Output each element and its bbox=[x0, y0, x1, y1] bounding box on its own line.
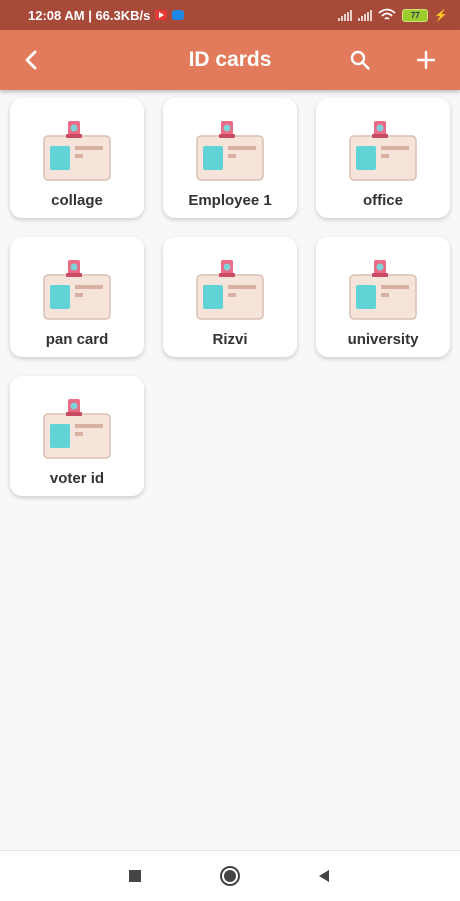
status-time-speed: 12:08 AM | 66.3KB/s bbox=[28, 7, 151, 23]
app-notification-icon bbox=[172, 10, 185, 20]
signal-icon-2 bbox=[358, 9, 373, 21]
youtube-notification-icon bbox=[155, 10, 168, 20]
id-card-icon bbox=[43, 399, 111, 459]
id-card-item[interactable]: office bbox=[316, 98, 450, 218]
circle-home-icon bbox=[220, 866, 240, 886]
id-card-item[interactable]: university bbox=[316, 237, 450, 357]
back-button[interactable] bbox=[12, 40, 52, 80]
status-bar: 12:08 AM | 66.3KB/s 77 ⚡ bbox=[0, 0, 460, 30]
system-back-button[interactable] bbox=[311, 863, 337, 889]
charging-icon: ⚡ bbox=[434, 9, 448, 22]
search-icon bbox=[350, 50, 370, 70]
id-card-icon bbox=[196, 260, 264, 320]
battery-icon: 77 bbox=[402, 8, 429, 22]
id-card-item[interactable]: collage bbox=[10, 98, 144, 218]
id-card-icon bbox=[349, 121, 417, 181]
chevron-left-icon bbox=[25, 50, 37, 70]
id-card-item[interactable]: Rizvi bbox=[163, 237, 297, 357]
id-card-icon bbox=[43, 121, 111, 181]
square-recent-icon bbox=[129, 870, 141, 882]
recent-apps-button[interactable] bbox=[122, 863, 148, 889]
id-card-icon bbox=[196, 121, 264, 181]
card-label: Rizvi bbox=[212, 331, 248, 348]
id-card-item[interactable]: pan card bbox=[10, 237, 144, 357]
plus-icon bbox=[416, 50, 436, 70]
id-card-icon bbox=[43, 260, 111, 320]
add-card-button[interactable] bbox=[406, 40, 446, 80]
page-title: ID cards bbox=[188, 48, 272, 71]
id-card-item[interactable]: voter id bbox=[10, 376, 144, 496]
id-card-icon bbox=[349, 260, 417, 320]
app-bar: ID cards bbox=[0, 30, 460, 90]
card-label: pan card bbox=[45, 331, 109, 348]
wifi-icon bbox=[378, 8, 396, 20]
card-label: collage bbox=[51, 192, 103, 209]
triangle-back-icon bbox=[319, 870, 329, 882]
card-label: university bbox=[347, 331, 419, 348]
search-button[interactable] bbox=[340, 40, 380, 80]
card-label: voter id bbox=[49, 470, 105, 487]
card-label: Employee 1 bbox=[188, 192, 272, 209]
signal-icon bbox=[338, 9, 353, 21]
home-button[interactable] bbox=[217, 863, 243, 889]
card-label: office bbox=[362, 192, 403, 209]
id-card-item[interactable]: Employee 1 bbox=[163, 98, 297, 218]
system-nav-bar bbox=[0, 850, 460, 901]
